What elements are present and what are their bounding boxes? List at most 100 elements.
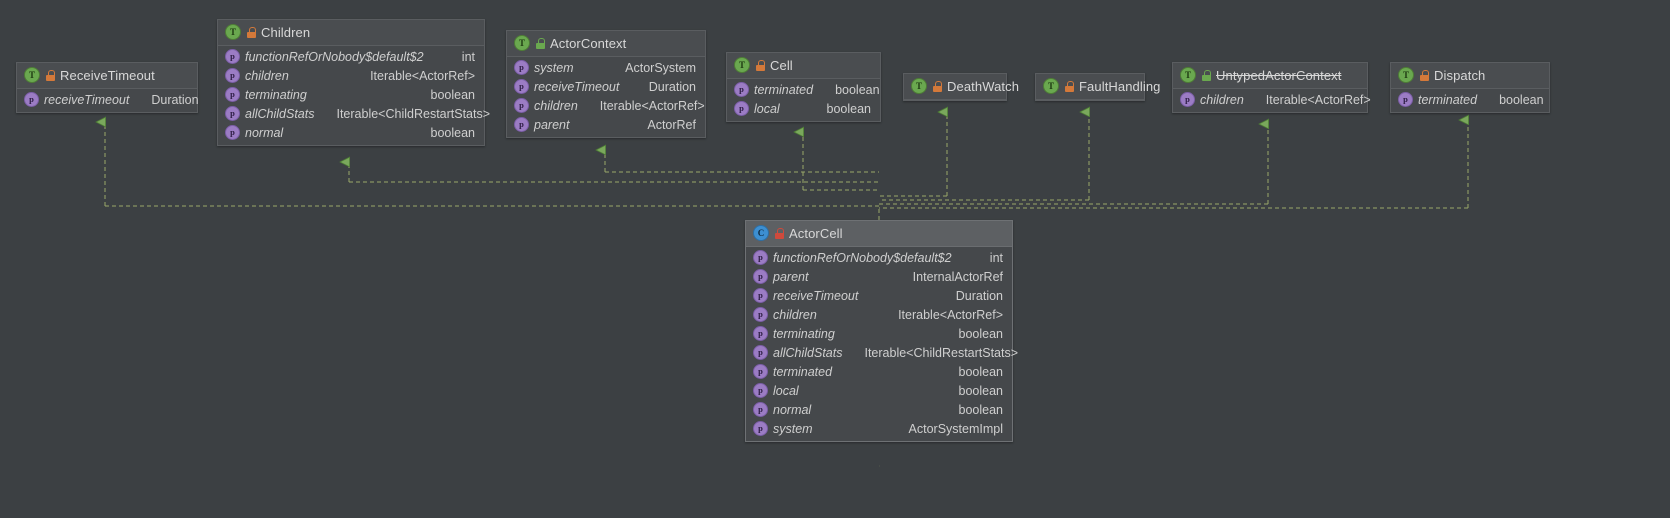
class-node-actorcell[interactable]: C ActorCell p functionRefOrNobody$default$2…: [745, 220, 1018, 442]
class-member-row[interactable]: p terminated boolean: [746, 362, 1012, 381]
class-node-dispatch[interactable]: T Dispatch p terminated boolean: [1390, 62, 1550, 113]
property-icon: p: [24, 92, 39, 107]
property-icon: p: [753, 326, 768, 341]
property-icon: p: [753, 364, 768, 379]
class-node-title: Children: [261, 24, 311, 40]
class-member-row[interactable]: p children Iterable<ActorRef>: [746, 305, 1012, 324]
class-member-row[interactable]: p terminated boolean: [727, 80, 880, 99]
class-member-row[interactable]: p normal boolean: [218, 123, 484, 142]
class-node-members: p receiveTimeout Duration: [17, 89, 199, 112]
class-member-row[interactable]: p terminating boolean: [218, 85, 484, 104]
class-node-members: p terminated boolean p local boolean: [727, 79, 880, 121]
class-node-header[interactable]: C ActorCell: [746, 221, 1012, 247]
class-node-untypedactorcontext[interactable]: T UntypedActorContext p children Iterable<Ac…: [1172, 62, 1371, 113]
property-icon: p: [514, 117, 529, 132]
class-member-row[interactable]: p parent InternalActorRef: [746, 267, 1012, 286]
member-name: system: [534, 60, 574, 75]
member-type: boolean: [430, 87, 476, 102]
lock-icon: [1420, 69, 1429, 81]
member-type: int: [461, 49, 475, 64]
class-node-header[interactable]: T Dispatch: [1391, 63, 1549, 89]
trait-icon: T: [1180, 67, 1196, 83]
member-type: boolean: [430, 125, 476, 140]
class-node-header[interactable]: T ReceiveTimeout: [17, 63, 197, 89]
class-member-row[interactable]: p receiveTimeout Duration: [507, 77, 705, 96]
class-member-row[interactable]: p allChildStats Iterable<ChildRestartStats…: [218, 104, 490, 123]
member-type: boolean: [958, 402, 1004, 417]
class-node-cell[interactable]: T Cell p terminated boolean p local boolean: [726, 52, 881, 122]
property-icon: p: [225, 125, 240, 140]
member-type: Iterable<ActorRef>: [1265, 92, 1371, 107]
class-node-faulthandling[interactable]: T FaultHandling: [1035, 73, 1160, 101]
property-icon: p: [225, 106, 240, 121]
property-icon: p: [753, 250, 768, 265]
member-type: boolean: [958, 383, 1004, 398]
class-member-row[interactable]: p system ActorSystemImpl: [746, 419, 1012, 438]
class-member-row[interactable]: p functionRefOrNobody$default$2 int: [746, 248, 1012, 267]
class-node-header[interactable]: T Children: [218, 20, 484, 46]
member-name: terminating: [773, 326, 835, 341]
member-name: terminated: [754, 82, 814, 97]
lock-icon: [1202, 69, 1211, 81]
member-name: allChildStats: [245, 106, 315, 121]
member-name: children: [1200, 92, 1244, 107]
class-member-row[interactable]: p local boolean: [727, 99, 880, 118]
member-type: ActorSystemImpl: [908, 421, 1003, 436]
member-name: receiveTimeout: [44, 92, 130, 107]
class-node-title: FaultHandling: [1079, 78, 1161, 94]
member-type: boolean: [835, 82, 880, 97]
member-type: boolean: [826, 101, 872, 116]
member-type: InternalActorRef: [912, 269, 1003, 284]
class-node-header[interactable]: T DeathWatch: [904, 74, 1019, 100]
member-name: children: [245, 68, 289, 83]
class-member-row[interactable]: p children Iterable<ActorRef>: [507, 96, 705, 115]
class-member-row[interactable]: p normal boolean: [746, 400, 1012, 419]
member-type: boolean: [958, 326, 1004, 341]
member-name: functionRefOrNobody$default$2: [245, 49, 424, 64]
class-member-row[interactable]: p receiveTimeout Duration: [17, 90, 199, 109]
class-node-title: ActorContext: [550, 35, 627, 51]
class-member-row[interactable]: p parent ActorRef: [507, 115, 705, 134]
trait-icon: T: [1043, 78, 1059, 94]
member-name: parent: [773, 269, 809, 284]
class-node-members: p functionRefOrNobody$default$2 int p parent…: [746, 247, 1018, 441]
diagram-canvas[interactable]: T ReceiveTimeout p receiveTimeout Duration T C…: [0, 0, 1670, 518]
class-node-title: Cell: [770, 57, 793, 73]
class-member-row[interactable]: p local boolean: [746, 381, 1012, 400]
class-node-receivetimeout[interactable]: T ReceiveTimeout p receiveTimeout Duration: [16, 62, 199, 113]
class-node-children[interactable]: T Children p functionRefOrNobody$default$2 i…: [217, 19, 490, 146]
member-type: Iterable<ActorRef>: [898, 307, 1003, 322]
class-node-header[interactable]: T ActorContext: [507, 31, 705, 57]
property-icon: p: [753, 383, 768, 398]
member-name: children: [534, 98, 578, 113]
member-type: ActorSystem: [625, 60, 696, 75]
property-icon: p: [734, 101, 749, 116]
class-node-title: ReceiveTimeout: [60, 67, 155, 83]
member-name: local: [773, 383, 799, 398]
lock-icon: [46, 69, 55, 81]
class-member-row[interactable]: p children Iterable<ActorRef>: [1173, 90, 1371, 109]
member-name: receiveTimeout: [534, 79, 620, 94]
class-member-row[interactable]: p terminated boolean: [1391, 90, 1549, 109]
class-node-header[interactable]: T UntypedActorContext: [1173, 63, 1367, 89]
class-node-header[interactable]: T Cell: [727, 53, 880, 79]
class-node-deathwatch[interactable]: T DeathWatch: [903, 73, 1019, 101]
member-name: terminated: [773, 364, 833, 379]
class-member-row[interactable]: p functionRefOrNobody$default$2 int: [218, 47, 484, 66]
class-member-row[interactable]: p terminating boolean: [746, 324, 1012, 343]
class-member-row[interactable]: p children Iterable<ActorRef>: [218, 66, 484, 85]
class-node-actorcontext[interactable]: T ActorContext p system ActorSystem p receiveT…: [506, 30, 706, 138]
member-name: receiveTimeout: [773, 288, 859, 303]
trait-icon: T: [734, 57, 750, 73]
class-node-header[interactable]: T FaultHandling: [1036, 74, 1160, 100]
member-name: terminating: [245, 87, 307, 102]
member-type: Iterable<ActorRef>: [370, 68, 475, 83]
class-member-row[interactable]: p allChildStats Iterable<ChildRestartStats…: [746, 343, 1018, 362]
trait-icon: T: [225, 24, 241, 40]
trait-icon: T: [911, 78, 927, 94]
member-name: allChildStats: [773, 345, 843, 360]
member-name: children: [773, 307, 817, 322]
class-member-row[interactable]: p system ActorSystem: [507, 58, 705, 77]
member-type: Duration: [648, 79, 696, 94]
class-member-row[interactable]: p receiveTimeout Duration: [746, 286, 1012, 305]
